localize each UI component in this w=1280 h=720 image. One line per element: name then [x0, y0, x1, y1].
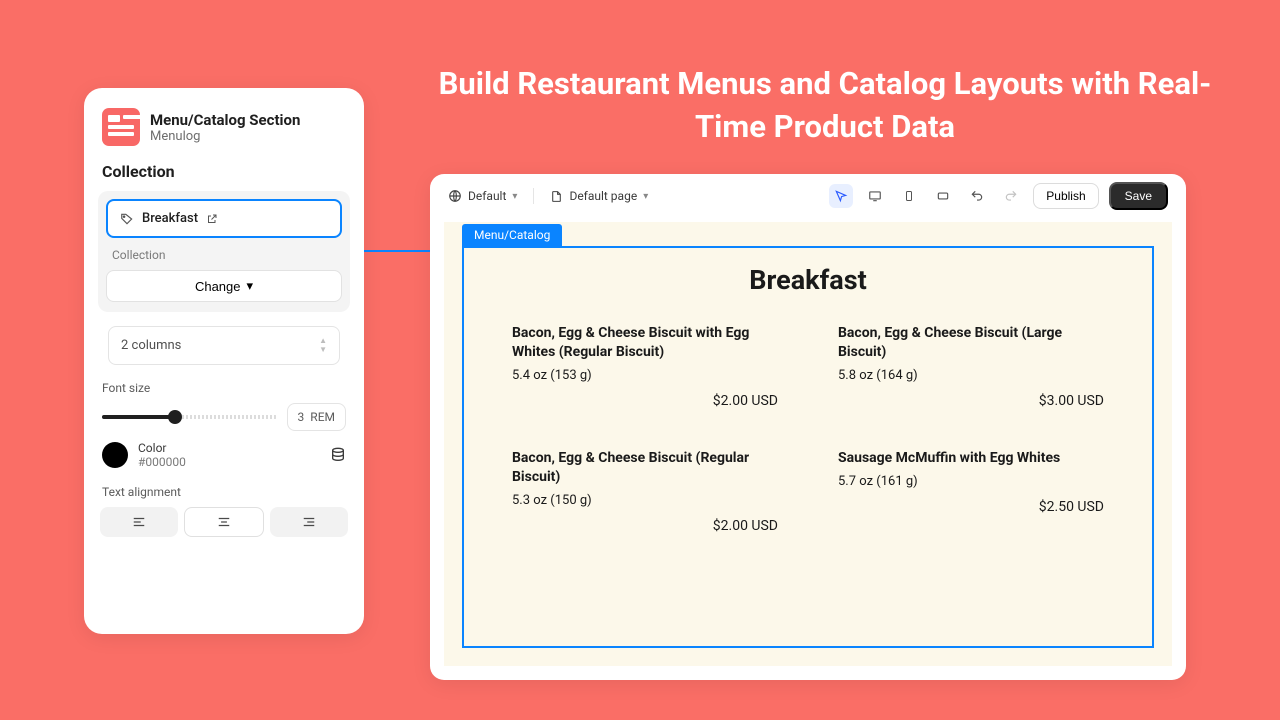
item-price: $3.00 USD [838, 393, 1104, 409]
item-name: Bacon, Egg & Cheese Biscuit with Egg Whi… [512, 324, 778, 362]
color-swatch[interactable] [102, 442, 128, 468]
font-size-label: Font size [102, 381, 350, 395]
color-label: Color [138, 441, 320, 455]
color-hex: #000000 [138, 455, 320, 469]
selection-frame[interactable]: Menu/Catalog Breakfast Bacon, Egg & Chee… [462, 246, 1154, 648]
collection-box: Breakfast Collection Change ▾ [98, 191, 350, 312]
columns-select[interactable]: 2 columns ▲▼ [108, 326, 340, 365]
chevron-down-icon: ▾ [643, 191, 648, 202]
page-label: Default page [569, 189, 637, 203]
collection-sublabel: Collection [112, 248, 342, 262]
item-name: Bacon, Egg & Cheese Biscuit (Large Biscu… [838, 324, 1104, 362]
page-selector[interactable]: Default page ▾ [550, 189, 648, 203]
fullwidth-view-button[interactable] [931, 184, 955, 208]
preview-toolbar: Default ▾ Default page ▾ Pub [430, 174, 1186, 218]
editor-stage[interactable]: Menu/Catalog Breakfast Bacon, Egg & Chee… [444, 222, 1172, 666]
external-link-icon [206, 213, 218, 225]
item-price: $2.00 USD [512, 393, 778, 409]
inspect-button[interactable] [829, 184, 853, 208]
collection-selected[interactable]: Breakfast [106, 199, 342, 238]
globe-icon [448, 189, 462, 203]
item-sub: 5.4 oz (153 g) [512, 368, 778, 383]
chevron-down-icon: ▾ [247, 278, 254, 294]
font-size-number: 3 [298, 410, 305, 424]
desktop-view-button[interactable] [863, 184, 887, 208]
menu-item: Bacon, Egg & Cheese Biscuit (Regular Bis… [512, 449, 778, 534]
tag-icon [120, 212, 134, 226]
mobile-view-button[interactable] [897, 184, 921, 208]
item-name: Sausage McMuffin with Egg Whites [838, 449, 1104, 468]
font-size-unit: REM [310, 410, 335, 424]
font-size-slider[interactable] [102, 415, 277, 419]
item-name: Bacon, Egg & Cheese Biscuit (Regular Bis… [512, 449, 778, 487]
app-icon [102, 108, 140, 146]
selection-tab[interactable]: Menu/Catalog [462, 224, 562, 246]
item-price: $2.50 USD [838, 499, 1104, 515]
align-center-button[interactable] [184, 507, 264, 537]
stepper-icon[interactable]: ▲▼ [319, 337, 327, 354]
item-sub: 5.8 oz (164 g) [838, 368, 1104, 383]
menu-grid: Bacon, Egg & Cheese Biscuit with Egg Whi… [464, 296, 1152, 534]
settings-panel: Menu/Catalog Section Menulog Collection … [84, 88, 364, 634]
align-right-button[interactable] [270, 507, 348, 537]
slider-thumb[interactable] [168, 410, 182, 424]
columns-label: 2 columns [121, 338, 181, 353]
marketing-headline: Build Restaurant Menus and Catalog Layou… [430, 62, 1220, 149]
change-button-label: Change [195, 279, 241, 294]
chevron-down-icon: ▾ [512, 191, 517, 202]
align-left-button[interactable] [100, 507, 178, 537]
database-icon[interactable] [330, 447, 346, 463]
publish-button[interactable]: Publish [1033, 183, 1098, 209]
page-icon [550, 190, 563, 203]
variant-label: Default [468, 189, 506, 203]
redo-button[interactable] [999, 184, 1023, 208]
item-sub: 5.7 oz (161 g) [838, 474, 1104, 489]
variant-selector[interactable]: Default ▾ [448, 189, 517, 203]
menu-item: Bacon, Egg & Cheese Biscuit with Egg Whi… [512, 324, 778, 409]
font-size-value[interactable]: 3 REM [287, 403, 346, 431]
save-button[interactable]: Save [1109, 182, 1168, 210]
menu-item: Sausage McMuffin with Egg Whites 5.7 oz … [838, 449, 1104, 534]
change-button[interactable]: Change ▾ [106, 270, 342, 302]
menu-item: Bacon, Egg & Cheese Biscuit (Large Biscu… [838, 324, 1104, 409]
undo-button[interactable] [965, 184, 989, 208]
menu-title: Breakfast [464, 264, 1152, 296]
text-align-label: Text alignment [102, 485, 350, 499]
app-subtitle: Menulog [150, 129, 300, 144]
app-header: Menu/Catalog Section Menulog [98, 108, 350, 146]
align-group [98, 507, 350, 537]
section-collection-label: Collection [102, 162, 350, 181]
app-title: Menu/Catalog Section [150, 111, 300, 129]
preview-panel: Default ▾ Default page ▾ Pub [430, 174, 1186, 680]
item-sub: 5.3 oz (150 g) [512, 493, 778, 508]
item-price: $2.00 USD [512, 518, 778, 534]
collection-name: Breakfast [142, 211, 198, 226]
divider [533, 188, 534, 204]
